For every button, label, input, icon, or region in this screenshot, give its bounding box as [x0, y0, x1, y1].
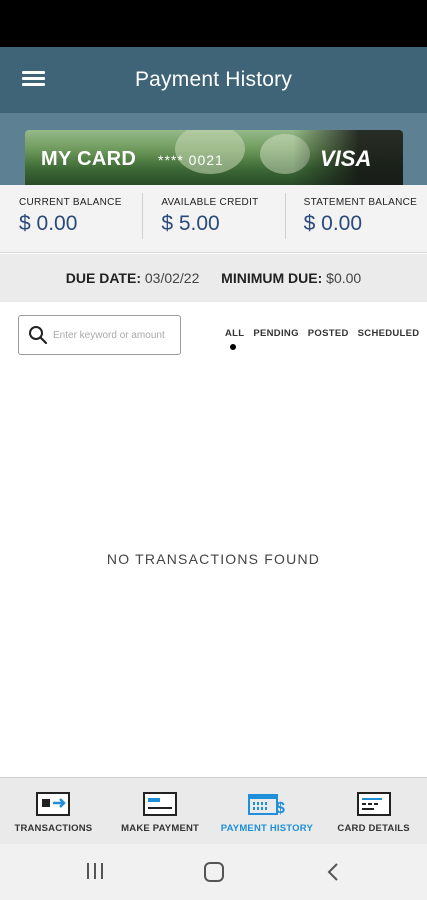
filter-tab-scheduled[interactable]: SCHEDULED [358, 328, 420, 339]
card-brand-logo: VISA [320, 146, 372, 171]
card-image[interactable]: MY CARD **** 0021 VISA [25, 130, 403, 185]
filter-tab-posted[interactable]: POSTED [308, 328, 349, 339]
due-info: DUE DATE: 03/02/22 MINIMUM DUE: $0.00 [0, 254, 427, 302]
current-balance: CURRENT BALANCE $ 0.00 [0, 185, 142, 252]
empty-state-message: NO TRANSACTIONS FOUND [106, 551, 321, 567]
filter-tab-all[interactable]: ALL [225, 328, 244, 350]
balance-summary: CURRENT BALANCE $ 0.00 AVAILABLE CREDIT … [0, 185, 427, 253]
balance-label: CURRENT BALANCE [19, 197, 122, 208]
search-input[interactable] [53, 324, 175, 346]
balance-label: STATEMENT BALANCE [303, 197, 418, 208]
balance-value: $ 5.00 [161, 212, 220, 235]
payment-history-icon: $ [247, 794, 285, 816]
transactions-card-icon [36, 792, 71, 816]
transaction-filter-tabs: ALL PENDING POSTED SCHEDULED [225, 328, 427, 350]
home-icon[interactable] [203, 861, 225, 883]
minimum-due-value: $0.00 [326, 270, 362, 286]
minimum-due-label: MINIMUM DUE: [221, 270, 323, 286]
due-date-value: 03/02/22 [144, 270, 200, 286]
make-payment-card-icon [143, 792, 178, 816]
svg-text:$: $ [276, 800, 285, 816]
card-details-icon [356, 792, 391, 816]
nav-item-payment-history[interactable]: $ PAYMENT HISTORY [214, 778, 321, 844]
status-bar [0, 0, 427, 47]
balance-value: $ 0.00 [19, 212, 78, 235]
card-banner: MY CARD **** 0021 VISA [0, 113, 427, 185]
recent-apps-icon[interactable] [84, 861, 106, 881]
available-credit: AVAILABLE CREDIT $ 5.00 [142, 185, 284, 252]
bottom-navigation: TRANSACTIONS MAKE PAYMENT $ PAYMENT HIST… [0, 777, 427, 844]
card-number: **** 0021 [158, 152, 224, 168]
back-icon[interactable] [323, 861, 345, 883]
app-header: Payment History [0, 47, 427, 113]
nav-item-card-details[interactable]: CARD DETAILS [320, 778, 427, 844]
statement-balance: STATEMENT BALANCE $ 0.00 [284, 185, 427, 252]
search-field[interactable] [18, 315, 181, 355]
system-navigation-bar [0, 844, 427, 900]
page-title: Payment History [134, 68, 293, 91]
balance-value: $ 0.00 [303, 212, 363, 235]
selected-indicator [230, 344, 236, 350]
due-date-label: DUE DATE: [65, 270, 141, 286]
nav-item-make-payment[interactable]: MAKE PAYMENT [107, 778, 214, 844]
filter-tab-pending[interactable]: PENDING [253, 328, 298, 339]
search-icon [29, 326, 48, 345]
nav-item-transactions[interactable]: TRANSACTIONS [0, 778, 107, 844]
balance-label: AVAILABLE CREDIT [161, 197, 259, 208]
card-name: MY CARD [41, 148, 137, 170]
